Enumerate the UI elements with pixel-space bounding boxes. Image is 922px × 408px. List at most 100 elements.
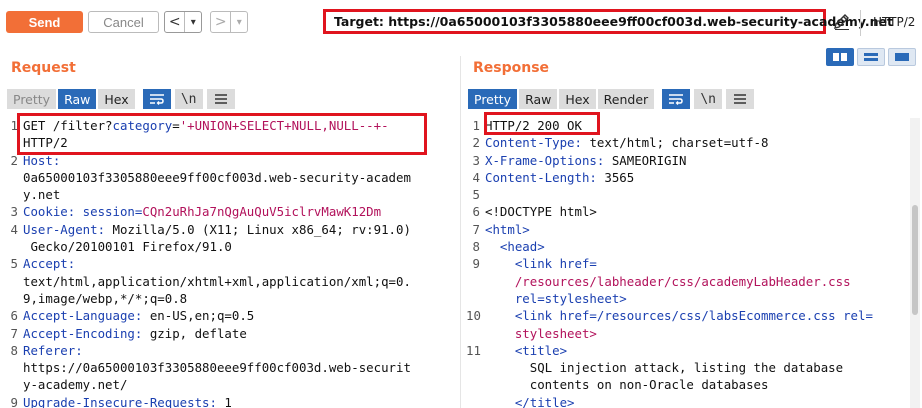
- hamburger-menu-icon[interactable]: [726, 89, 755, 109]
- code-line: https://0a65000103f3305880eee9ff00cf003d…: [4, 359, 454, 376]
- cookie-name: session=: [75, 204, 143, 220]
- code-line: 6 Accept-Language: en-US,en;q=0.5: [4, 307, 454, 324]
- pencil-icon[interactable]: [832, 12, 852, 32]
- stacked-layout-icon[interactable]: [857, 48, 885, 66]
- request-toolbar: Send Cancel < ▾ > ▾ Target: https://0a65…: [0, 0, 922, 46]
- code-text: SQL injection attack, listing the databa…: [485, 360, 844, 376]
- line-number: [4, 238, 18, 255]
- target-host-label: Target: https://0a65000103f3305880eee9ff…: [334, 14, 893, 29]
- code-line: y-academy.net/: [4, 376, 454, 393]
- line-number: [466, 394, 480, 408]
- http-version-label[interactable]: HTTP/2: [873, 15, 915, 29]
- code-line: Gecko/20100101 Firefox/91.0: [4, 238, 454, 255]
- send-button[interactable]: Send: [6, 11, 83, 33]
- line-number: 8: [10, 342, 18, 358]
- code-line: 9,image/webp,*/*;q=0.8: [4, 290, 454, 307]
- line-number: [4, 134, 18, 151]
- line-number: [466, 359, 480, 376]
- code-line: SQL injection attack, listing the databa…: [466, 359, 906, 376]
- attribute-value: /resources/labheader/css/academyLabHeade…: [485, 273, 851, 289]
- response-editor[interactable]: 1 HTTP/2 200 OK 2 Content-Type: text/html;…: [466, 117, 906, 408]
- code-line: stylesheet>: [466, 325, 906, 342]
- toolbar-divider: [860, 10, 861, 36]
- status-line-highlight: [484, 112, 600, 135]
- tab-response-hex[interactable]: Hex: [559, 89, 596, 109]
- pane-divider[interactable]: [460, 56, 461, 408]
- code-line: 8 <head>: [466, 238, 906, 255]
- wrap-lines-icon[interactable]: [142, 89, 171, 109]
- line-number: 9: [472, 256, 480, 272]
- code-line: text/html,application/xhtml+xml,applicat…: [4, 273, 454, 290]
- header-key: Accept-Language:: [23, 308, 143, 324]
- tab-request-raw[interactable]: Raw: [58, 89, 97, 109]
- response-pane-title: Response: [473, 60, 550, 76]
- back-arrow-icon[interactable]: <: [165, 12, 184, 32]
- header-key: Referer:: [23, 342, 83, 358]
- tab-response-raw[interactable]: Raw: [519, 89, 558, 109]
- header-value: 1: [216, 394, 232, 408]
- history-back-group[interactable]: < ▾: [164, 11, 202, 33]
- hamburger-menu-icon[interactable]: [206, 89, 235, 109]
- single-layout-icon[interactable]: [888, 48, 916, 66]
- line-number: [4, 186, 18, 203]
- line-number: 7: [472, 221, 480, 237]
- code-line: rel=stylesheet>: [466, 290, 906, 307]
- line-number: 6: [10, 308, 18, 324]
- line-number: [466, 376, 480, 393]
- header-key: Content-Length:: [485, 169, 597, 185]
- code-line: 11 <title>: [466, 342, 906, 359]
- response-view-tabs: Pretty Raw Hex Render \n: [468, 89, 755, 109]
- code-line: y.net: [4, 186, 454, 203]
- line-number: 4: [10, 221, 18, 237]
- back-dropdown-icon[interactable]: ▾: [185, 12, 201, 32]
- code-line: 0a65000103f3305880eee9ff00cf003d.web-sec…: [4, 169, 454, 186]
- forward-dropdown-icon[interactable]: ▾: [231, 12, 247, 32]
- cookie-value: CQn2uRhJa7nQgAuQuV5iclrvMawK12Dm: [142, 204, 382, 220]
- response-scrollbar-thumb[interactable]: [912, 205, 918, 315]
- html-tag: <head>: [485, 239, 545, 255]
- code-text: Gecko/20100101 Firefox/91.0: [23, 239, 232, 255]
- line-number: 5: [10, 256, 18, 272]
- wrap-lines-icon[interactable]: [662, 89, 691, 109]
- request-editor[interactable]: 1 GET /filter? category = '+UNION+SELECT+NU…: [4, 117, 454, 408]
- code-line: 2 Content-Type: text/html; charset=utf-8: [466, 134, 906, 151]
- show-newlines-toggle[interactable]: \n: [694, 89, 723, 109]
- tab-response-render[interactable]: Render: [597, 89, 655, 109]
- target-host[interactable]: Target: https://0a65000103f3305880eee9ff…: [323, 9, 893, 34]
- code-line: 10 <link href=/resources/css/labsEcommer…: [466, 307, 906, 324]
- line-number: 9: [10, 394, 18, 408]
- cancel-button[interactable]: Cancel: [88, 11, 159, 33]
- line-number: [4, 169, 18, 186]
- side-by-side-layout-icon[interactable]: [826, 48, 854, 66]
- code-text: contents on non-Oracle databases: [485, 377, 769, 393]
- code-line: 6 <!DOCTYPE html>: [466, 203, 906, 220]
- line-number: 3: [472, 152, 480, 168]
- code-line: 3 X-Frame-Options: SAMEORIGIN: [466, 152, 906, 169]
- line-number: 1: [10, 118, 18, 133]
- line-number: 2: [472, 135, 480, 151]
- code-line: 7 <html>: [466, 221, 906, 238]
- line-number: [4, 290, 18, 307]
- attribute-value: stylesheet>: [485, 325, 597, 341]
- header-value: Mozilla/5.0 (X11; Linux x86_64; rv:91.0): [105, 221, 411, 237]
- show-newlines-toggle[interactable]: \n: [174, 89, 203, 109]
- line-number: 5: [472, 187, 480, 203]
- code-line: 3 Cookie: session= CQn2uRhJa7nQgAuQuV5iclr…: [4, 203, 454, 220]
- line-number: 11: [466, 342, 481, 358]
- tab-request-pretty[interactable]: Pretty: [7, 89, 57, 109]
- tab-response-pretty[interactable]: Pretty: [468, 89, 518, 109]
- code-line: </title>: [466, 394, 906, 408]
- code-text: https://0a65000103f3305880eee9ff00cf003d…: [23, 360, 411, 376]
- html-tag: </title>: [485, 394, 575, 408]
- code-line: 9 Upgrade-Insecure-Requests: 1: [4, 394, 454, 408]
- code-line: 9 <link href=: [466, 255, 906, 272]
- code-line: 5: [466, 186, 906, 203]
- code-line: contents on non-Oracle databases: [466, 376, 906, 393]
- code-line: /resources/labheader/css/academyLabHeade…: [466, 273, 906, 290]
- line-number: [466, 273, 480, 290]
- forward-arrow-icon[interactable]: >: [211, 12, 230, 32]
- history-forward-group[interactable]: > ▾: [210, 11, 248, 33]
- request-pane-title: Request: [11, 60, 76, 76]
- tab-request-hex[interactable]: Hex: [98, 89, 135, 109]
- header-key: Cookie:: [23, 204, 76, 220]
